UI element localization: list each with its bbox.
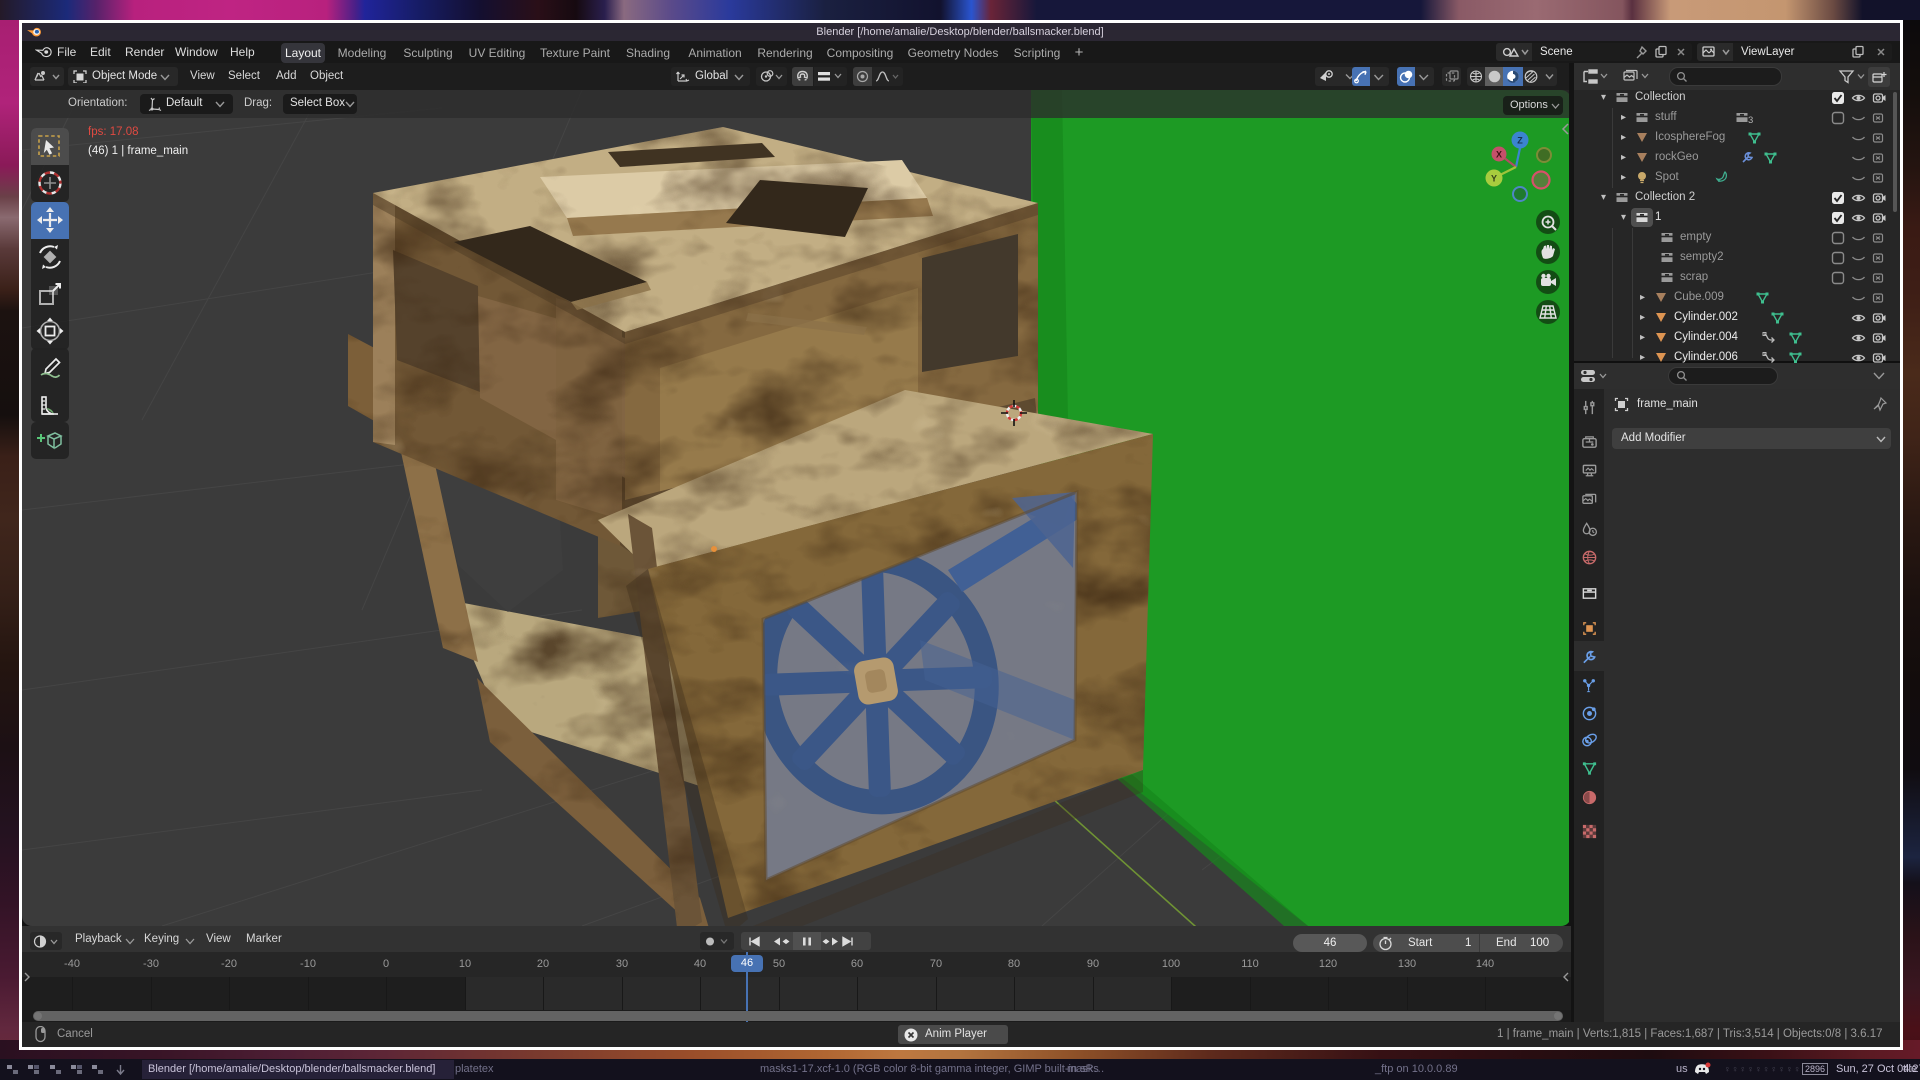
svg-text:X: X	[1496, 150, 1502, 160]
svg-text:Z: Z	[1517, 136, 1523, 146]
svg-text:Y: Y	[1491, 174, 1497, 184]
